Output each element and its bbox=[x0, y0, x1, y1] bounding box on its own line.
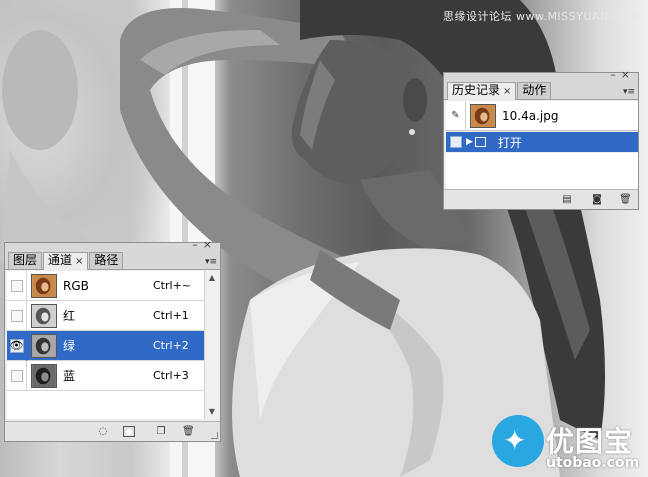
channel-thumbnail bbox=[31, 333, 57, 358]
close-tab-icon[interactable]: × bbox=[503, 86, 511, 97]
visibility-toggle[interactable] bbox=[7, 270, 27, 301]
panel-titlebar[interactable]: –× bbox=[444, 68, 638, 81]
scroll-down-icon[interactable]: ▼ bbox=[206, 406, 218, 418]
tab-actions[interactable]: 动作 bbox=[517, 82, 552, 99]
channel-shortcut: Ctrl+3 bbox=[153, 369, 189, 382]
tab-channels[interactable]: 通道 × bbox=[43, 252, 89, 270]
channel-thumbnail bbox=[31, 303, 57, 328]
channel-thumbnail bbox=[31, 273, 57, 298]
channel-list: RGB Ctrl+~ 红 Ctrl+1 👁 绿 Ctrl+2 蓝 Ctrl+3 bbox=[7, 270, 205, 419]
panel-menu-icon[interactable]: ▾≡ bbox=[205, 257, 217, 267]
history-brush-checkbox[interactable] bbox=[450, 136, 462, 148]
history-panel-tabs: 历史记录 × 动作 ▾≡ bbox=[444, 81, 638, 100]
tab-paths[interactable]: 路径 bbox=[89, 252, 124, 269]
channel-name: 绿 bbox=[63, 339, 76, 353]
visibility-checkbox[interactable] bbox=[10, 279, 23, 292]
bird-logo-icon: ✦ bbox=[492, 415, 544, 467]
channel-shortcut: Ctrl+~ bbox=[153, 279, 192, 292]
panel-menu-icon[interactable]: ▾≡ bbox=[623, 87, 635, 97]
history-brush-source-icon[interactable]: ✎ bbox=[446, 100, 466, 131]
trash-icon[interactable]: 🗑 bbox=[182, 426, 195, 437]
channels-panel: –× 图层 通道 × 路径 ▾≡ RGB Ctrl+~ 红 Ctrl+1 👁 绿… bbox=[4, 238, 221, 442]
document-state-icon bbox=[474, 137, 486, 147]
panel-window-controls[interactable]: –× bbox=[192, 238, 217, 251]
eye-icon[interactable]: 👁 bbox=[9, 338, 24, 353]
visibility-toggle[interactable] bbox=[7, 300, 27, 331]
channel-row-green[interactable]: 👁 绿 Ctrl+2 bbox=[7, 330, 205, 361]
tab-history[interactable]: 历史记录 × bbox=[447, 82, 517, 100]
new-channel-icon[interactable]: ❐ bbox=[155, 426, 167, 437]
channels-panel-tabs: 图层 通道 × 路径 ▾≡ bbox=[5, 251, 220, 270]
resize-grip[interactable] bbox=[211, 432, 218, 439]
snapshot-thumbnail bbox=[470, 103, 496, 128]
channel-name: 红 bbox=[63, 309, 76, 323]
trash-icon[interactable]: 🗑 bbox=[619, 194, 632, 205]
channel-thumbnail bbox=[31, 363, 57, 388]
history-state-open[interactable]: ▶ 打开 bbox=[446, 132, 638, 152]
channel-shortcut: Ctrl+1 bbox=[153, 309, 189, 322]
site-watermark: 思缘设计论坛 www.MISSYUAN.COM bbox=[442, 10, 640, 23]
brand-watermark: ✦ 优图宝 utobao.com bbox=[492, 415, 642, 473]
panel-titlebar[interactable]: –× bbox=[5, 238, 220, 251]
tab-layers[interactable]: 图层 bbox=[8, 252, 43, 269]
brand-name: 优图宝 bbox=[546, 425, 634, 458]
history-empty-area bbox=[446, 153, 638, 193]
visibility-checkbox[interactable] bbox=[10, 309, 23, 322]
channel-name: RGB bbox=[63, 278, 89, 293]
history-pointer-icon: ▶ bbox=[466, 137, 473, 147]
save-selection-as-channel-icon[interactable] bbox=[123, 426, 135, 437]
visibility-toggle[interactable]: 👁 bbox=[7, 330, 27, 361]
history-snapshot[interactable]: ✎ 10.4a.jpg bbox=[446, 100, 638, 131]
channel-row-blue[interactable]: 蓝 Ctrl+3 bbox=[7, 360, 205, 391]
history-panel: –× 历史记录 × 动作 ▾≡ ✎ 10.4a.jpg ▶ 打开 ▤ ◙ 🗑 bbox=[443, 68, 639, 210]
channel-shortcut: Ctrl+2 bbox=[153, 339, 189, 352]
snapshot-file-name: 10.4a.jpg bbox=[502, 108, 559, 123]
visibility-checkbox[interactable] bbox=[10, 369, 23, 382]
visibility-toggle[interactable] bbox=[7, 360, 27, 391]
create-snapshot-icon[interactable]: ◙ bbox=[591, 194, 603, 205]
brand-domain: utobao.com bbox=[546, 455, 640, 471]
load-channel-as-selection-icon[interactable]: ◌ bbox=[97, 426, 109, 437]
history-state-label: 打开 bbox=[497, 135, 522, 150]
panel-window-controls[interactable]: –× bbox=[610, 68, 635, 81]
channel-name: 蓝 bbox=[63, 369, 76, 383]
history-panel-toolbar: ▤ ◙ 🗑 bbox=[444, 189, 638, 209]
channel-row-rgb[interactable]: RGB Ctrl+~ bbox=[7, 270, 205, 301]
channels-panel-toolbar: ◌ ❐ 🗑 bbox=[5, 421, 220, 441]
channel-row-red[interactable]: 红 Ctrl+1 bbox=[7, 300, 205, 331]
close-tab-icon[interactable]: × bbox=[75, 256, 83, 267]
new-document-from-state-icon[interactable]: ▤ bbox=[561, 194, 573, 205]
vertical-scrollbar[interactable]: ▲ ▼ bbox=[204, 271, 218, 419]
scroll-up-icon[interactable]: ▲ bbox=[206, 272, 218, 284]
